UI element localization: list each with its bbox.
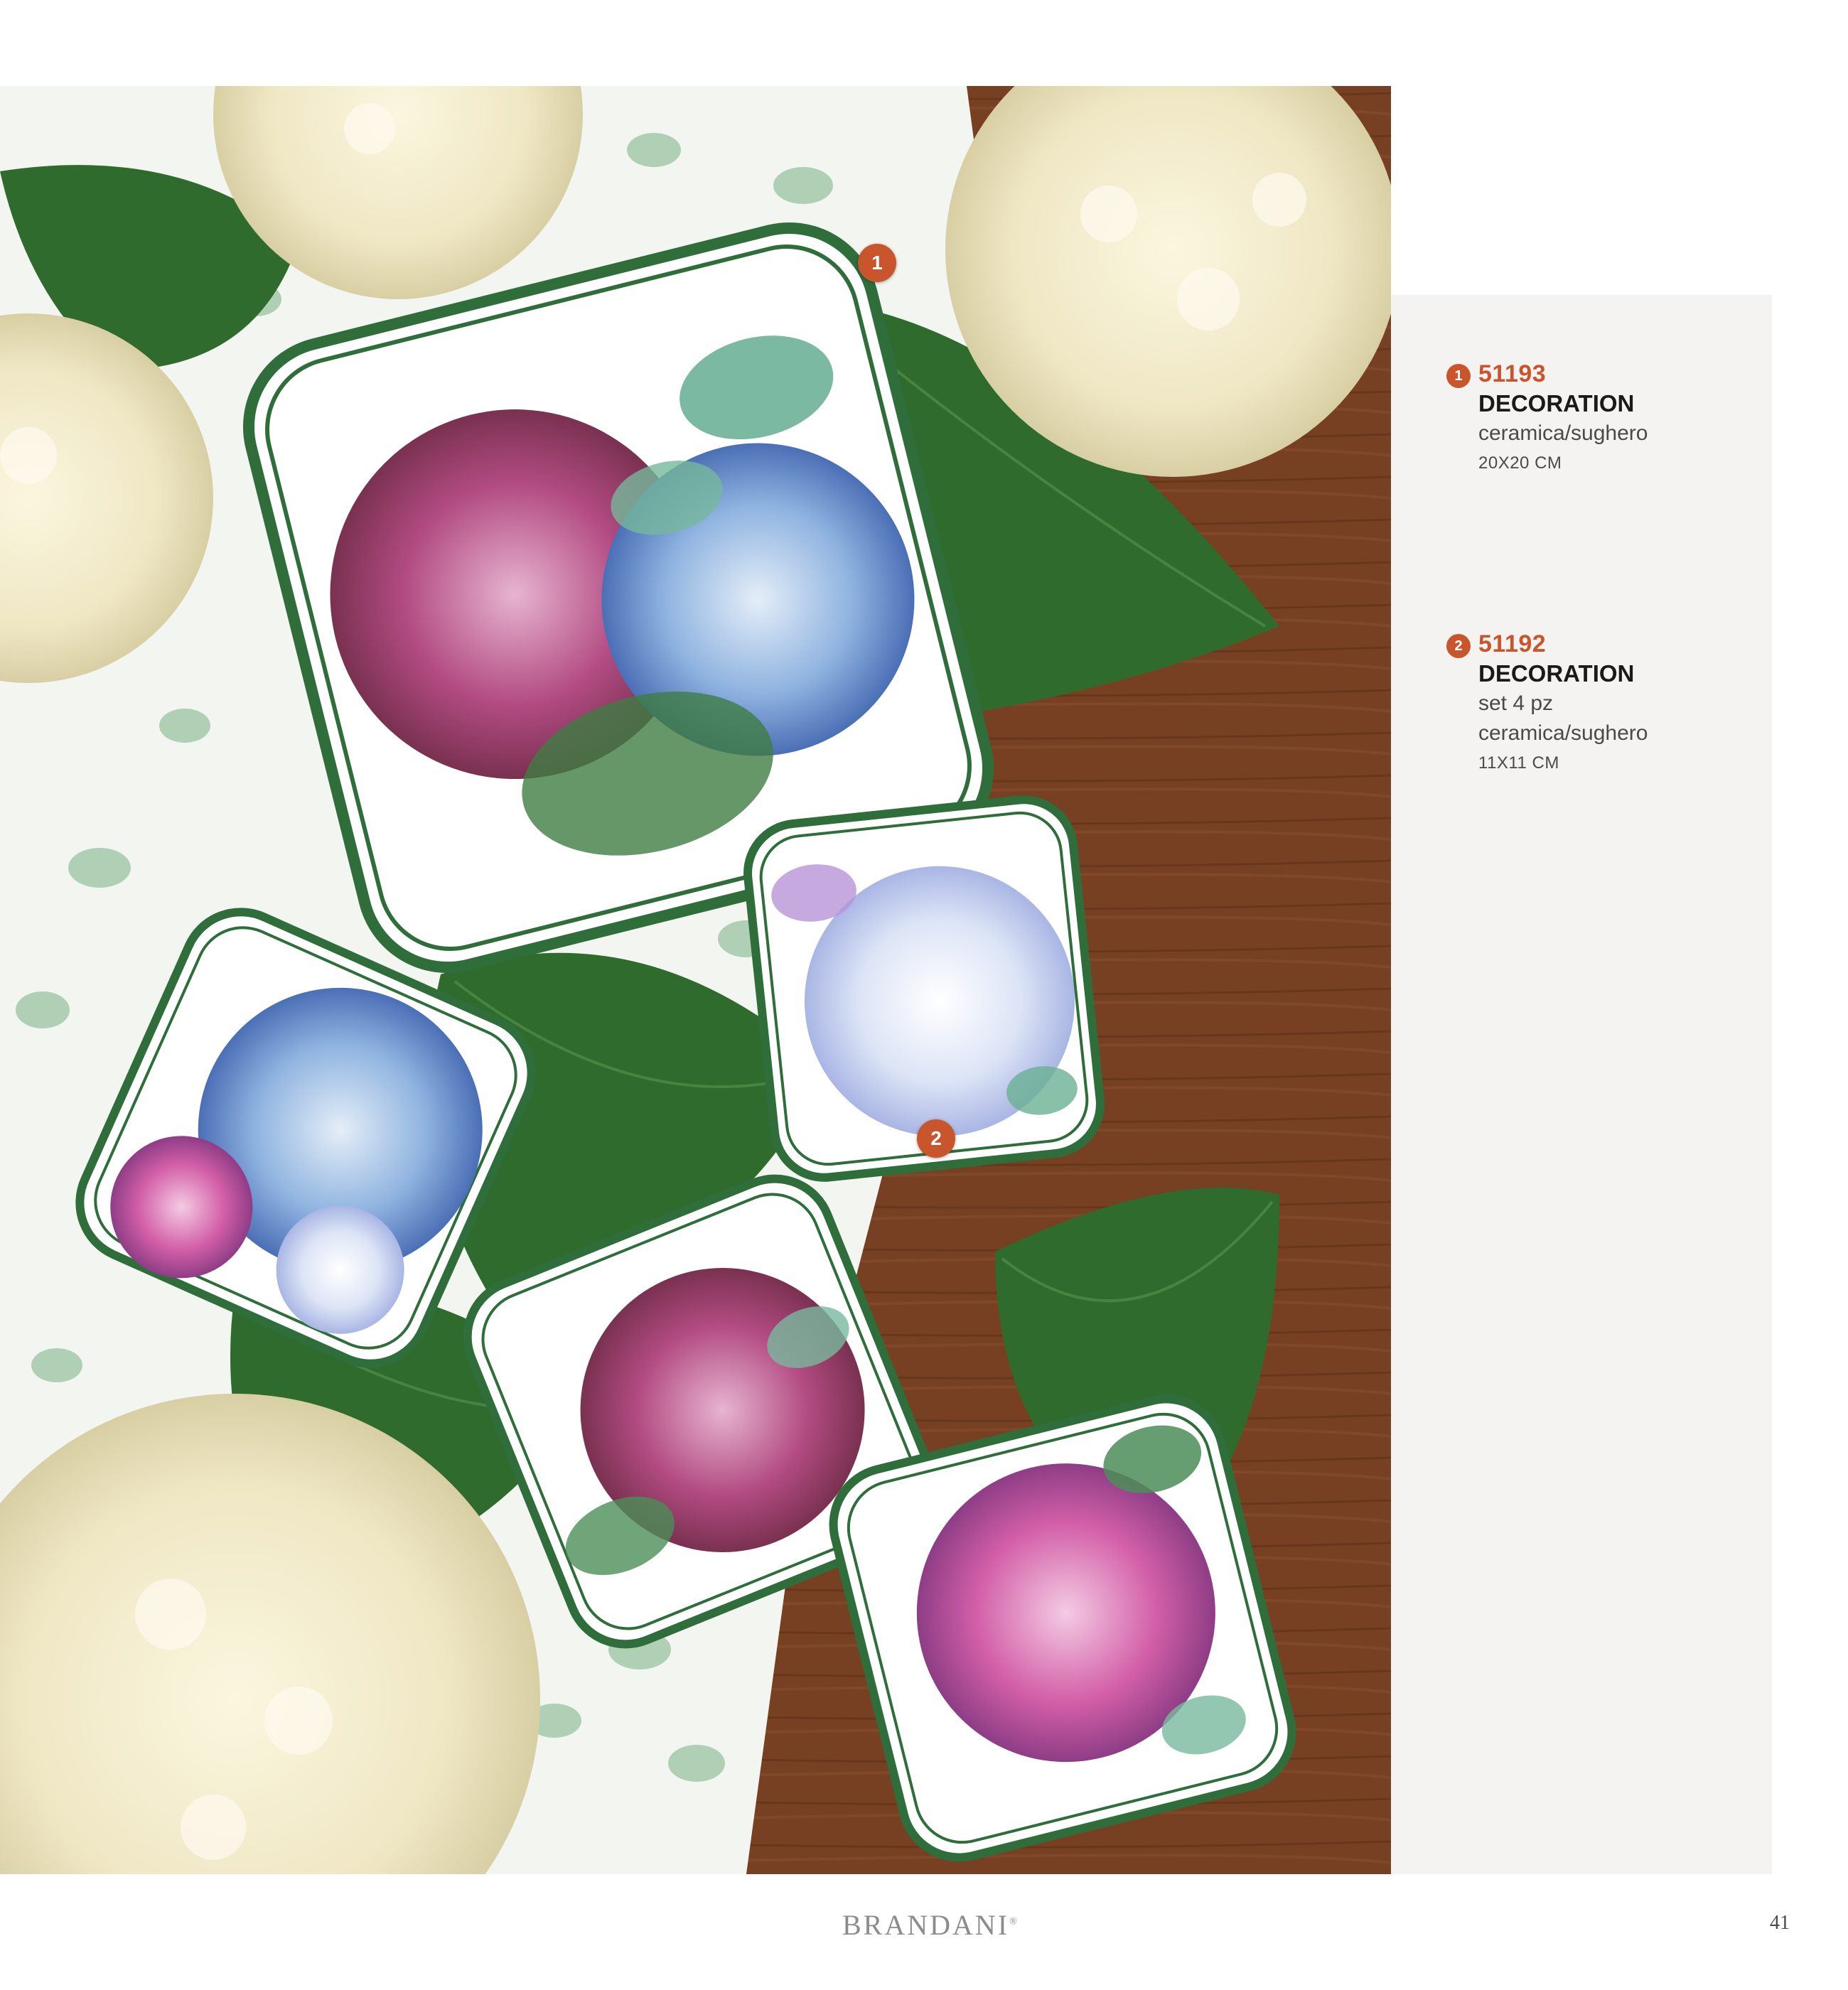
product-code: 51192 [1478,630,1547,657]
product-number: 1 [1454,367,1463,384]
product-name: DECORATION [1478,660,1635,687]
registered-mark: ® [1009,1916,1017,1927]
brand-logo: BRANDANI® [842,1908,1017,1942]
product-material: ceramica/sughero [1478,721,1648,745]
product-info-panel [1391,295,1772,1874]
product-entry-2: 2 51192 DECORATION set 4 pz ceramica/sug… [1446,629,1648,778]
product-number: 2 [1454,638,1463,654]
product-number-badge: 2 [1446,634,1471,658]
product-code: 51193 [1478,360,1547,387]
product-entry-1: 1 51193 DECORATION ceramica/sughero 20X2… [1446,359,1648,478]
product-name: DECORATION [1478,390,1635,416]
page-number: 41 [1770,1912,1790,1934]
photo-callout-2: 2 [917,1119,955,1158]
photo-callout-1-label: 1 [871,252,883,274]
product-number-badge: 1 [1446,364,1471,388]
photo-callout-2-label: 2 [930,1127,942,1149]
product-size: 20X20 CM [1478,453,1562,473]
photo-callout-1: 1 [858,244,896,282]
product-set-count: set 4 pz [1478,692,1554,715]
product-photo-illustration [0,86,1391,1874]
product-material: ceramica/sughero [1478,421,1648,445]
product-size: 11X11 CM [1478,753,1559,773]
product-photo: 1 2 [0,86,1391,1874]
brand-name: BRANDANI [842,1909,1010,1941]
